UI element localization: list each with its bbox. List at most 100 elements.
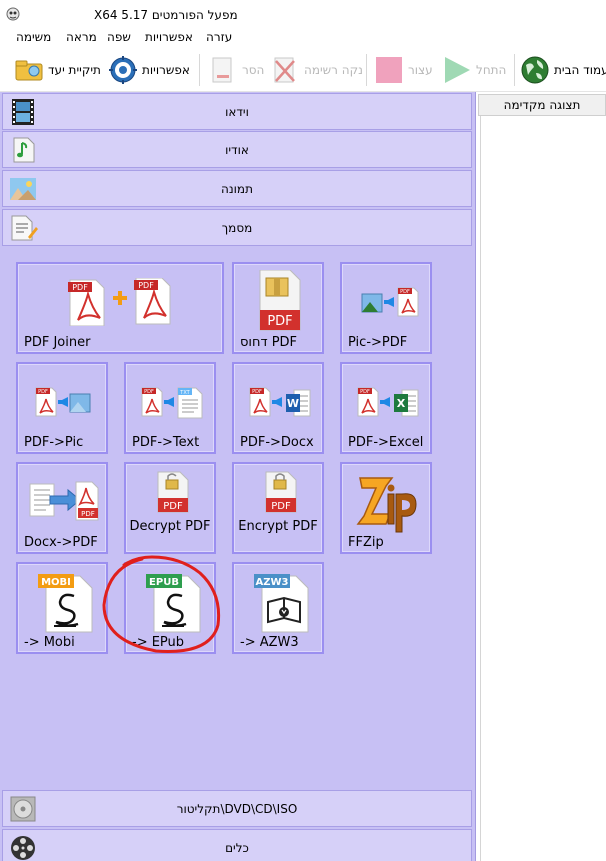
pdf-to-excel-icon: PDF X xyxy=(357,387,419,417)
category-audio-label: אודיו xyxy=(225,143,249,157)
pdf-badge: PDF xyxy=(271,501,291,512)
tile-pdf-to-pic[interactable]: PDF PDF->Pic xyxy=(16,362,108,454)
tile-pdf-to-excel-label: PDF->Excel xyxy=(348,435,424,450)
tile-decrypt-pdf-label: Decrypt PDF xyxy=(129,519,211,534)
preview-area xyxy=(480,116,606,861)
ffzip-icon xyxy=(356,477,417,533)
pdf-badge: PDF xyxy=(144,389,154,395)
clear-list-label: נקה רשימה xyxy=(304,63,363,77)
pdf-to-pic-icon: PDF xyxy=(35,387,91,417)
tile-pdf-to-excel[interactable]: PDF X PDF->Excel xyxy=(340,362,432,454)
tile-to-mobi-label: -> Mobi xyxy=(24,635,75,650)
category-tools-label: כלים xyxy=(225,841,249,855)
play-icon xyxy=(445,57,470,83)
menu-task[interactable]: משימה xyxy=(16,30,51,44)
tile-pdf-to-docx-label: PDF->Docx xyxy=(240,435,314,450)
epub-badge: EPUB xyxy=(149,577,179,588)
azw3-book-icon: AZW3 xyxy=(254,574,309,633)
tile-encrypt-pdf[interactable]: PDF Encrypt PDF xyxy=(232,462,324,554)
output-folder-label: תיקיית יעד xyxy=(48,63,101,77)
tile-to-azw3[interactable]: AZW3 -> AZW3 xyxy=(232,562,324,654)
decrypt-pdf-icon: PDF xyxy=(157,471,189,513)
preview-header: תצוגה מקדימה xyxy=(478,94,606,116)
mobi-book-icon: MOBI xyxy=(38,574,93,633)
tile-pdf-to-text[interactable]: PDF TXT PDF->Text xyxy=(124,362,216,454)
options-button[interactable]: אפשרויות xyxy=(108,52,190,88)
category-document-label: מסמך xyxy=(221,221,253,235)
home-button[interactable]: עמוד הבית xyxy=(520,52,606,88)
category-video-label: וידאו xyxy=(225,105,249,119)
stop-icon xyxy=(376,57,402,83)
delete-file-icon xyxy=(212,57,232,83)
txt-badge: TXT xyxy=(179,390,190,396)
pdf-badge: PDF xyxy=(360,389,370,395)
pic-to-pdf-icon: PDF xyxy=(361,287,419,317)
encrypt-pdf-icon: PDF xyxy=(265,471,297,513)
clear-list-button[interactable]: נקה רשימה xyxy=(270,52,363,88)
home-label: עמוד הבית xyxy=(554,63,606,77)
tile-pic-to-pdf[interactable]: PDF Pic->PDF xyxy=(340,262,432,354)
category-image[interactable]: תמונה xyxy=(2,170,472,207)
tile-docx-to-pdf-label: Docx->PDF xyxy=(24,535,98,550)
category-video[interactable]: וידאו xyxy=(2,93,472,130)
pdf-to-text-icon: PDF TXT xyxy=(141,387,203,419)
gear-icon xyxy=(109,56,137,84)
tile-pdf-to-docx[interactable]: PDF W PDF->Docx xyxy=(232,362,324,454)
pdf-badge: PDF xyxy=(81,510,95,518)
word-badge: W xyxy=(287,397,299,410)
category-tools[interactable]: כלים xyxy=(2,829,472,861)
menu-view[interactable]: מראה xyxy=(66,30,97,44)
epub-book-icon: EPUB xyxy=(146,574,201,633)
delete-label: הסר xyxy=(242,63,265,77)
tile-pdf-compress-label: דחוס PDF xyxy=(240,335,298,350)
clear-list-icon xyxy=(274,57,295,83)
tile-decrypt-pdf[interactable]: PDF Decrypt PDF xyxy=(124,462,216,554)
window-title: X64 5.17 מפעל הפורמטים xyxy=(94,8,238,22)
pdf-badge: PDF xyxy=(163,501,183,512)
pdf-to-docx-icon: PDF W xyxy=(249,387,311,417)
tile-to-azw3-label: -> AZW3 xyxy=(240,635,299,650)
toolbar-separator xyxy=(514,54,515,86)
toolbar-separator xyxy=(366,54,367,86)
pdf-badge: PDF xyxy=(400,289,410,295)
menu-language[interactable]: שפה xyxy=(107,30,131,44)
menu-help[interactable]: עזרה xyxy=(206,30,232,44)
output-folder-button[interactable]: תיקיית יעד xyxy=(14,52,101,88)
pdf-badge: PDF xyxy=(138,281,154,290)
tile-to-epub-label: -> EPub xyxy=(132,635,185,650)
folder-icon xyxy=(15,60,43,81)
tile-pdf-compress[interactable]: PDF דחוס PDF xyxy=(232,262,324,354)
preview-panel: תצוגה מקדימה xyxy=(478,92,606,861)
tile-encrypt-pdf-label: Encrypt PDF xyxy=(238,519,318,534)
category-rom-label: תקליטור\DVD\CD\ISO xyxy=(176,802,298,816)
menu-options[interactable]: אפשרויות xyxy=(145,30,193,44)
mobi-badge: MOBI xyxy=(41,577,71,588)
delete-button[interactable]: הסר xyxy=(208,52,264,88)
tile-to-mobi[interactable]: MOBI -> Mobi xyxy=(16,562,108,654)
docx-to-pdf-icon: PDF xyxy=(29,481,99,521)
tile-to-epub[interactable]: EPUB -> EPub xyxy=(124,562,216,654)
pdf-compress-icon: PDF xyxy=(259,270,301,331)
title-bar: X64 5.17 מפעל הפורמטים xyxy=(0,0,606,28)
category-document[interactable]: מסמך xyxy=(2,209,472,246)
tile-ffzip[interactable]: FFZip xyxy=(340,462,432,554)
stop-label: עצור xyxy=(408,63,433,77)
globe-icon xyxy=(521,56,549,84)
start-label: התחל xyxy=(476,63,507,77)
stop-button[interactable]: עצור xyxy=(374,52,433,88)
excel-badge: X xyxy=(397,397,406,410)
pdf-badge: PDF xyxy=(38,389,48,395)
tile-pdf-to-pic-label: PDF->Pic xyxy=(24,435,84,450)
tile-ffzip-label: FFZip xyxy=(348,535,384,550)
category-image-label: תמונה xyxy=(221,182,253,196)
start-button[interactable]: התחל xyxy=(442,52,506,88)
tile-pdf-joiner[interactable]: PDF PDF PDF Joiner xyxy=(16,262,224,354)
tile-docx-to-pdf[interactable]: PDF Docx->PDF xyxy=(16,462,108,554)
tile-pdf-to-text-label: PDF->Text xyxy=(132,435,200,450)
azw3-badge: AZW3 xyxy=(256,577,289,588)
pdf-badge: PDF xyxy=(252,389,262,395)
category-audio[interactable]: אודיו xyxy=(2,131,472,168)
options-label: אפשרויות xyxy=(142,63,190,77)
tile-pdf-joiner-label: PDF Joiner xyxy=(24,335,91,350)
category-rom[interactable]: תקליטור\DVD\CD\ISO xyxy=(2,790,472,827)
